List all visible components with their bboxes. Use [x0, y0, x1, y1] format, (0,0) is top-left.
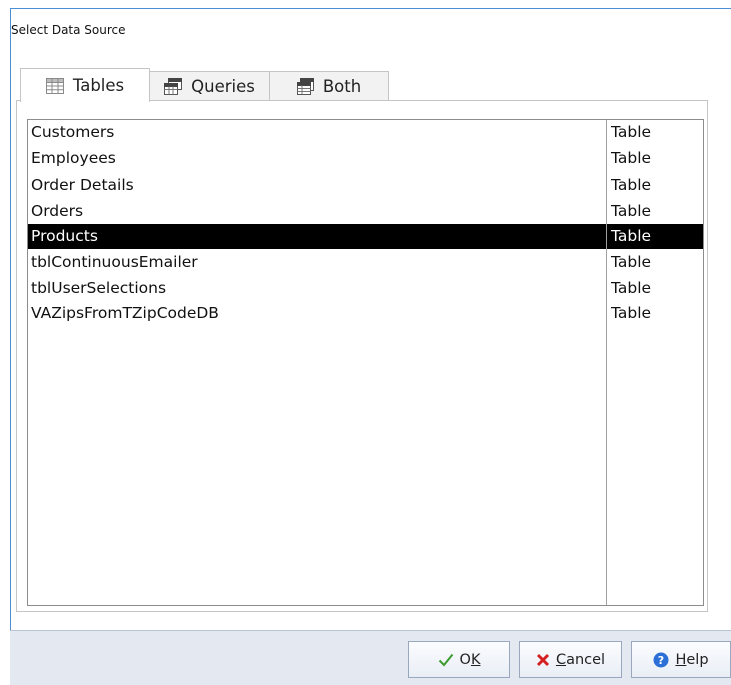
list-item[interactable]: Orders Table [28, 199, 703, 224]
data-source-list[interactable]: Customers Table Employees Table Order De… [27, 119, 704, 606]
table-icon [45, 77, 64, 94]
source-name: tblUserSelections [31, 279, 167, 297]
tab-tables-label: Tables [72, 76, 125, 95]
button-bar [10, 630, 731, 685]
checkmark-icon [438, 653, 454, 667]
source-type: Table [611, 253, 652, 271]
cancel-button[interactable]: Cancel [519, 641, 622, 678]
svg-text:?: ? [658, 654, 664, 667]
help-button[interactable]: ? Help [631, 641, 731, 678]
list-item[interactable]: Order Details Table [28, 173, 703, 198]
source-type: Table [611, 149, 652, 167]
source-type: Table [611, 202, 652, 220]
tab-queries-label: Queries [191, 76, 255, 96]
list-item[interactable]: tblContinuousEmailer Table [28, 250, 703, 275]
list-item[interactable]: Customers Table [28, 120, 703, 145]
x-icon [536, 653, 550, 667]
help-icon: ? [653, 652, 669, 668]
tab-tables[interactable]: Tables [20, 68, 150, 102]
source-name: Employees [31, 149, 116, 167]
column-divider [606, 120, 607, 605]
help-button-label: Help [675, 651, 709, 668]
tab-both-label: Both [322, 76, 362, 96]
source-name: tblContinuousEmailer [31, 253, 198, 271]
cancel-button-label: Cancel [555, 651, 606, 668]
list-item[interactable]: Employees Table [28, 146, 703, 171]
source-type: Table [611, 227, 652, 245]
tab-both[interactable]: Both [269, 71, 389, 100]
source-name: VAZipsFromTZipCodeDB [31, 304, 219, 322]
source-name: Order Details [31, 176, 134, 194]
tab-queries[interactable]: Queries [149, 71, 270, 100]
source-name: Products [31, 227, 98, 245]
ok-button[interactable]: OK [408, 641, 510, 678]
both-icon [296, 77, 314, 95]
source-type: Table [611, 304, 652, 322]
dialog-title: Select Data Source [11, 23, 126, 37]
source-type: Table [611, 279, 652, 297]
source-type: Table [611, 176, 652, 194]
source-type: Table [611, 123, 652, 141]
source-name: Orders [31, 202, 84, 220]
source-name: Customers [31, 123, 115, 141]
query-icon [164, 77, 183, 95]
list-item[interactable]: tblUserSelections Table [28, 276, 703, 301]
list-item[interactable]: VAZipsFromTZipCodeDB Table [28, 301, 703, 326]
ok-button-label: OK [459, 651, 481, 668]
list-item-selected[interactable]: Products Table [28, 224, 703, 249]
